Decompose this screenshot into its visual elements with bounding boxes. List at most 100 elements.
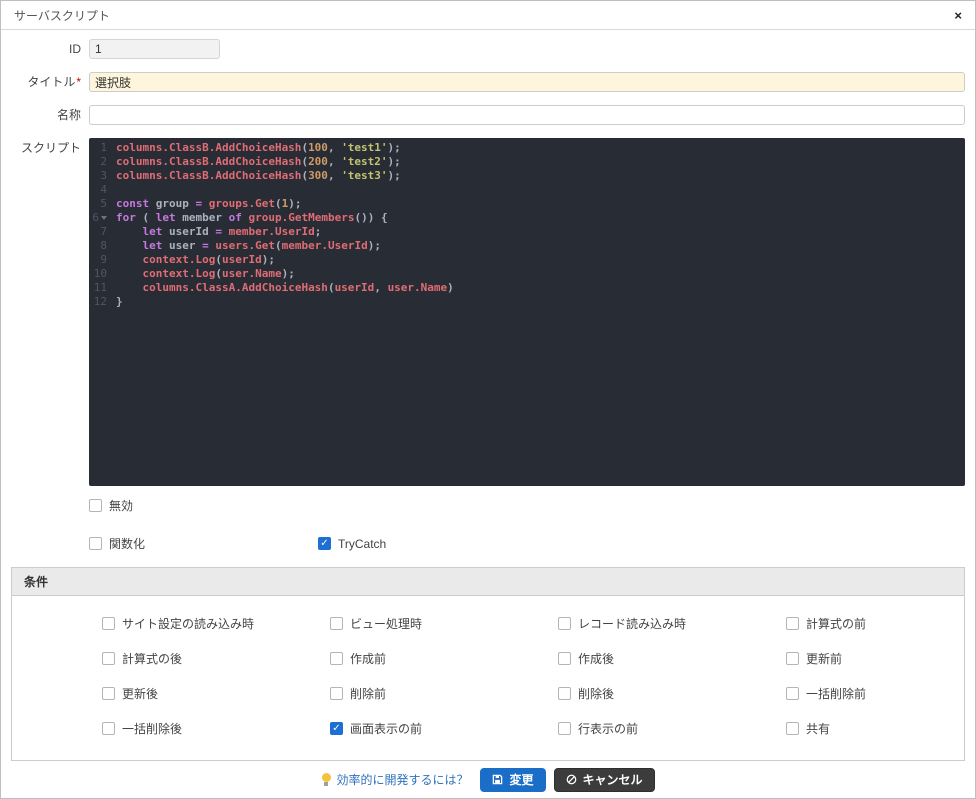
condition-item: 作成前 (330, 650, 558, 667)
code-line: 10 context.Log(user.Name); (93, 267, 295, 280)
code-line: 7 let userId = member.UserId; (100, 225, 322, 238)
condition-label[interactable]: 更新後 (122, 685, 158, 702)
condition-label[interactable]: サイト設定の読み込み時 (122, 615, 254, 632)
condition-item: 一括削除後 (102, 720, 330, 737)
conditions-legend: 条件 (12, 568, 964, 596)
code-line: 4 (100, 183, 107, 196)
condition-checkbox[interactable] (786, 722, 799, 735)
dialog-header: サーバスクリプト × (1, 1, 975, 30)
condition-item: 計算式の前 (786, 615, 964, 632)
title-field[interactable] (89, 72, 965, 92)
condition-label[interactable]: 作成前 (350, 650, 386, 667)
condition-item: 一括削除前 (786, 685, 964, 702)
condition-checkbox[interactable] (786, 652, 799, 665)
condition-label[interactable]: 共有 (806, 720, 830, 737)
option-disabled: 無効 (89, 497, 965, 514)
id-label: ID (69, 42, 81, 56)
condition-checkbox[interactable] (102, 687, 115, 700)
trycatch-checkbox[interactable]: ✓ (318, 537, 331, 550)
condition-item: 削除後 (558, 685, 786, 702)
condition-checkbox[interactable] (786, 687, 799, 700)
code-line: 1 columns.ClassB.AddChoiceHash(100, 'test… (100, 141, 401, 154)
condition-item: 更新前 (786, 650, 964, 667)
condition-checkbox[interactable] (102, 722, 115, 735)
script-editor-lines: 1 columns.ClassB.AddChoiceHash(100, 'test… (89, 141, 965, 309)
condition-label[interactable]: 削除後 (578, 685, 614, 702)
functionalize-label[interactable]: 関数化 (109, 535, 145, 552)
lightbulb-icon (321, 773, 331, 786)
code-line: 2 columns.ClassB.AddChoiceHash(200, 'test… (100, 155, 401, 168)
disabled-label[interactable]: 無効 (109, 497, 133, 514)
id-row: ID (11, 39, 965, 59)
condition-checkbox[interactable] (558, 722, 571, 735)
code-line: 5 const group = groups.Get(1); (100, 197, 302, 210)
dialog-footer: 効率的に開発するには？ 変更 キャンセル (1, 761, 975, 798)
cancel-button[interactable]: キャンセル (553, 767, 655, 792)
condition-label[interactable]: 行表示の前 (578, 720, 638, 737)
name-label: 名称 (56, 108, 81, 122)
condition-label[interactable]: 画面表示の前 (350, 720, 422, 737)
conditions-fieldset: 条件 サイト設定の読み込み時 ビュー処理時 レコード読み込み時 計算式の前計算式の後 作… (11, 567, 965, 761)
condition-label[interactable]: 一括削除前 (806, 685, 866, 702)
condition-checkbox[interactable] (330, 617, 343, 630)
trycatch-label[interactable]: TryCatch (338, 537, 386, 551)
change-button-label: 変更 (509, 773, 534, 787)
id-field[interactable] (89, 39, 220, 59)
name-field[interactable] (89, 105, 965, 125)
change-button[interactable]: 変更 (480, 767, 546, 792)
title-label: タイトル* (27, 75, 81, 89)
condition-item: ビュー処理時 (330, 615, 558, 632)
condition-label[interactable]: 削除前 (350, 685, 386, 702)
condition-checkbox[interactable] (786, 617, 799, 630)
condition-checkbox[interactable] (558, 687, 571, 700)
cancel-circle-icon (566, 774, 577, 785)
condition-checkbox[interactable] (330, 652, 343, 665)
required-mark: * (76, 75, 81, 89)
condition-label[interactable]: 更新前 (806, 650, 842, 667)
condition-label[interactable]: 計算式の前 (806, 615, 866, 632)
option-functionalize: 関数化 (89, 535, 318, 552)
cancel-button-label: キャンセル (582, 773, 643, 787)
code-line: 12} (93, 295, 123, 308)
condition-item: サイト設定の読み込み時 (102, 615, 330, 632)
condition-checkbox[interactable] (102, 652, 115, 665)
condition-checkbox[interactable] (558, 617, 571, 630)
name-row: 名称 (11, 105, 965, 125)
condition-checkbox[interactable] (330, 687, 343, 700)
condition-label[interactable]: 一括削除後 (122, 720, 182, 737)
code-line: 8 let user = users.Get(member.UserId); (100, 239, 381, 252)
condition-checkbox[interactable]: ✓ (330, 722, 343, 735)
server-script-form: ID タイトル* 名称 スクリプト 1columns.ClassB.AddCho… (1, 30, 975, 486)
server-script-dialog: サーバスクリプト × ID タイトル* 名称 スクリプト 1columns.Cl… (0, 0, 976, 799)
condition-checkbox[interactable] (102, 617, 115, 630)
option-trycatch: ✓ TryCatch (318, 535, 965, 552)
script-row: スクリプト 1 columns.ClassB.AddChoiceHash(100,… (11, 138, 965, 486)
condition-item: 共有 (786, 720, 964, 737)
disk-icon (492, 774, 503, 785)
condition-label[interactable]: 計算式の後 (122, 650, 182, 667)
condition-label[interactable]: 作成後 (578, 650, 614, 667)
title-row: タイトル* (11, 72, 965, 92)
options-row-2: 関数化 ✓ TryCatch (89, 535, 965, 552)
script-editor[interactable]: 1 columns.ClassB.AddChoiceHash(100, 'test… (89, 138, 965, 486)
code-line: 11 columns.ClassA.AddChoiceHash(userId, … (93, 281, 454, 294)
functionalize-checkbox[interactable] (89, 537, 102, 550)
script-options: 無効 関数化 ✓ TryCatch (89, 497, 965, 552)
hint: 効率的に開発するには？ (321, 771, 468, 788)
dialog-title: サーバスクリプト (14, 8, 110, 23)
conditions-grid: サイト設定の読み込み時 ビュー処理時 レコード読み込み時 計算式の前計算式の後 作成前 作… (12, 596, 964, 760)
condition-checkbox[interactable] (558, 652, 571, 665)
disabled-checkbox[interactable] (89, 499, 102, 512)
condition-item: レコード読み込み時 (558, 615, 786, 632)
condition-item: ✓ 画面表示の前 (330, 720, 558, 737)
code-line: 3 columns.ClassB.AddChoiceHash(300, 'test… (100, 169, 401, 182)
close-icon[interactable]: × (954, 9, 962, 22)
fold-arrow-icon[interactable] (101, 216, 107, 220)
code-line: 9 context.Log(userId); (100, 253, 275, 266)
condition-item: 行表示の前 (558, 720, 786, 737)
condition-label[interactable]: ビュー処理時 (350, 615, 422, 632)
develop-efficiently-link[interactable]: 効率的に開発するには？ (336, 771, 468, 788)
script-label: スクリプト (20, 141, 81, 155)
condition-item: 削除前 (330, 685, 558, 702)
condition-label[interactable]: レコード読み込み時 (578, 615, 686, 632)
